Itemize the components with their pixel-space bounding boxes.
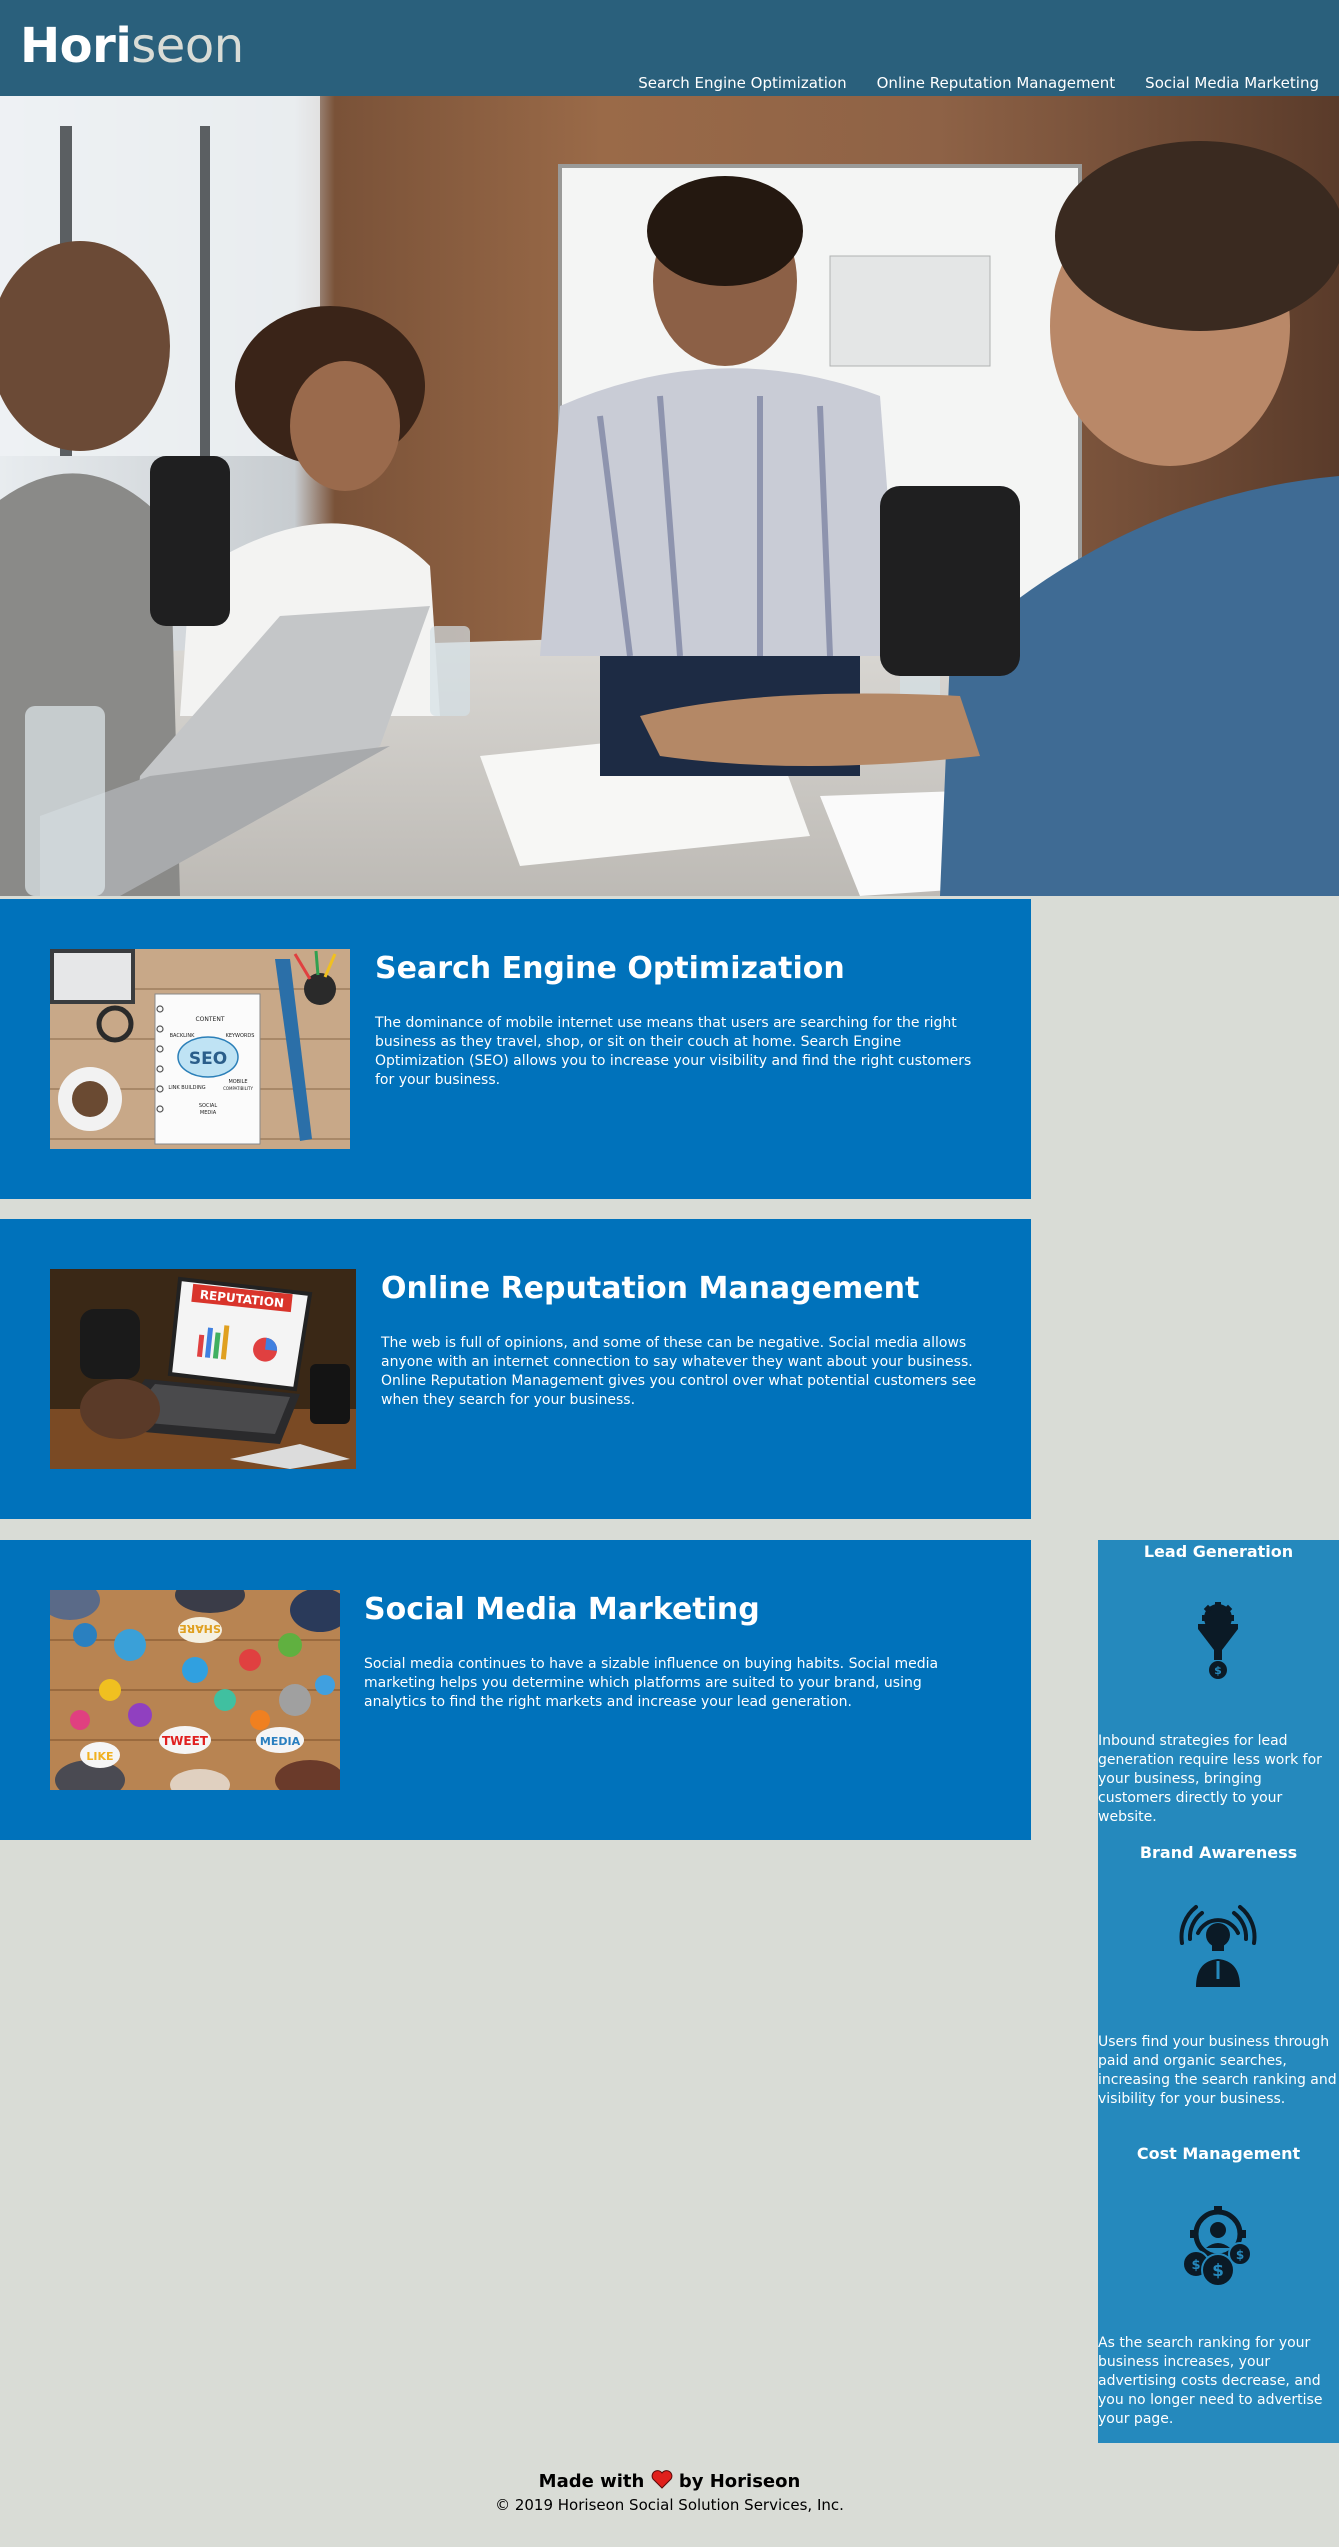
nav-link-reputation[interactable]: Online Reputation Management [877, 74, 1116, 92]
footer-made-suffix: by Horiseon [678, 2471, 801, 2492]
section-social-media: SHARE TWEET LIKE MEDIA Social Media Mark… [0, 1540, 1031, 1840]
seo-image-word-backlink: BACKLINK [170, 1033, 196, 1039]
seo-image-word-mobile: MOBILE [228, 1079, 247, 1085]
social-image-word-like: LIKE [86, 1750, 113, 1763]
section-seo: SEO CONTENT BACKLINK KEYWORDS MOBILE COM… [0, 899, 1031, 1199]
brand-awareness-icon [1176, 1903, 1260, 1987]
section-seo-body: The dominance of mobile internet use mea… [375, 1015, 972, 1088]
hero-image [0, 96, 1339, 896]
lead-generation-icon: $ [1176, 1602, 1260, 1686]
seo-image-word-compatibility: COMPATIBILITY [223, 1086, 253, 1091]
hero-meeting-photo [0, 96, 1339, 896]
benefit-brand-awareness: Brand Awareness Users find your business… [1098, 1841, 1339, 2141]
seo-image-word-link-building: LINK BUILDING [168, 1085, 205, 1091]
social-media-illustration: SHARE TWEET LIKE MEDIA [50, 1590, 340, 1790]
benefit-brand-awareness-body: Users find your business through paid an… [1098, 2034, 1337, 2107]
seo-notebook-illustration: SEO CONTENT BACKLINK KEYWORDS MOBILE COM… [50, 949, 350, 1149]
benefits-sidebar: Lead Generation $ Inbound strategies for… [1098, 1540, 1339, 2443]
heart-icon [651, 2470, 679, 2492]
section-social-media-title: Social Media Marketing [364, 1592, 760, 1627]
seo-image-word-content: CONTENT [195, 1016, 224, 1023]
footer-copyright: © 2019 Horiseon Social Solution Services… [495, 2496, 844, 2514]
svg-text:$: $ [1212, 2261, 1224, 2281]
site-footer: Made with by Horiseon © 2019 Horiseon So… [0, 2470, 1339, 2514]
social-image-word-tweet: TWEET [162, 1734, 209, 1748]
logo-accent-text: seon [131, 18, 244, 74]
seo-image-word-social: SOCIAL [199, 1103, 217, 1109]
benefit-lead-generation-title: Lead Generation [1143, 1542, 1294, 1561]
site-header: Horiseon Search Engine Optimization Onli… [0, 0, 1339, 96]
seo-image-word-keywords: KEYWORDS [226, 1033, 255, 1039]
benefit-cost-management-body: As the search ranking for your business … [1098, 2335, 1323, 2427]
benefit-cost-management-title: Cost Management [1136, 2144, 1301, 2163]
benefit-cost-management: Cost Management $ $ $ As the search rank… [1098, 2142, 1339, 2443]
section-reputation-body: The web is full of opinions, and some of… [381, 1335, 977, 1408]
nav-link-social-media[interactable]: Social Media Marketing [1145, 74, 1319, 92]
seo-image-word-media: MEDIA [200, 1110, 217, 1116]
cost-management-icon: $ $ $ [1176, 2204, 1260, 2288]
social-image-word-share: SHARE [179, 1622, 221, 1635]
social-image-word-media: MEDIA [260, 1735, 301, 1748]
section-reputation: REPUTATION Online Reputation Management … [0, 1219, 1031, 1519]
svg-text:$: $ [1191, 2258, 1200, 2273]
seo-image: SEO CONTENT BACKLINK KEYWORDS MOBILE COM… [50, 949, 350, 1149]
section-reputation-title: Online Reputation Management [381, 1271, 920, 1306]
logo-main-text: Hori [20, 18, 132, 74]
footer-made-with: Made with by Horiseon [0, 2470, 1339, 2492]
benefit-brand-awareness-title: Brand Awareness [1139, 1843, 1298, 1862]
seo-image-label: SEO [189, 1049, 227, 1069]
reputation-image: REPUTATION [50, 1269, 356, 1469]
section-seo-title: Search Engine Optimization [375, 951, 845, 986]
benefit-lead-generation-body: Inbound strategies for lead generation r… [1098, 1733, 1322, 1825]
nav-link-seo[interactable]: Search Engine Optimization [638, 74, 846, 92]
svg-text:$: $ [1214, 1664, 1222, 1677]
main-nav: Search Engine Optimization Online Reputa… [638, 74, 1319, 92]
footer-made-prefix: Made with [538, 2471, 645, 2492]
svg-text:$: $ [1236, 2248, 1244, 2262]
section-social-media-body: Social media continues to have a sizable… [364, 1656, 939, 1710]
reputation-laptop-illustration: REPUTATION [50, 1269, 356, 1469]
benefit-lead-generation: Lead Generation $ Inbound strategies for… [1098, 1540, 1339, 1840]
social-media-image: SHARE TWEET LIKE MEDIA [50, 1590, 340, 1790]
site-logo[interactable]: Horiseon [20, 18, 244, 74]
